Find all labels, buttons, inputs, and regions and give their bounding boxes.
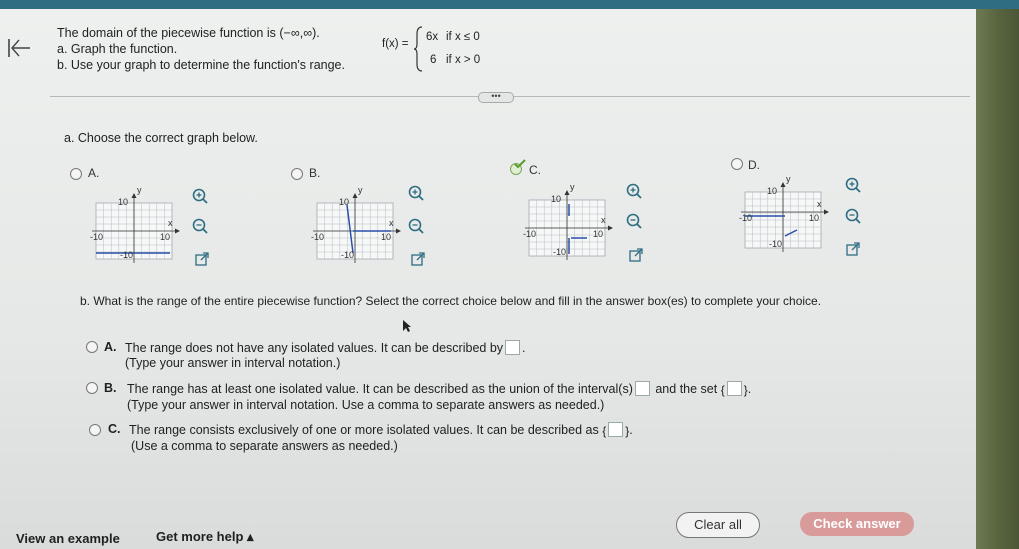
graph-x-pos-tick-label: 10 [593,229,604,239]
range-option-b-description: The range has at least one isolated valu… [127,382,633,396]
part-b-prompt: b. What is the range of the entire piece… [80,294,822,308]
graph-option-b[interactable] [311,183,411,273]
selected-check-icon [514,159,526,169]
range-option-b-text: The range has at least one isolated valu… [127,381,752,397]
left-brace-icon [414,26,423,72]
graph-x-pos-tick-label: 10 [809,213,820,223]
range-option-a-description: The range does not have any isolated val… [125,341,504,355]
graph-y-tick-label: 10 [339,197,350,207]
view-example-link[interactable]: View an example [16,531,120,546]
graph-x-label: x [817,199,822,209]
popout-icon[interactable] [628,247,644,263]
range-c-set-box[interactable] [608,422,624,437]
graph-y-neg-tick-label: -10 [769,239,783,249]
case1-expr: 6x [426,31,439,43]
graph-option-label-b: B. [309,166,321,180]
range-c-close-brace: } [625,424,630,438]
mouse-cursor-icon [403,320,411,332]
range-c-open-brace: { [602,424,607,438]
range-a-answer-box[interactable] [505,340,521,355]
range-b-open-brace: { [720,383,725,397]
zoom-out-icon[interactable] [626,213,642,229]
range-option-a-label: A. [104,340,117,354]
graph-x-neg-tick-label: -10 [739,213,753,223]
domain-value: (−∞,∞). [279,26,320,40]
graph-x-neg-tick-label: -10 [523,229,537,239]
range-option-c-radio[interactable] [89,424,101,436]
graph-y-neg-tick-label: -10 [341,250,355,260]
case1-cond: if x ≤ 0 [446,31,480,43]
graph-option-radio-a[interactable] [70,168,82,180]
case2-cond: if x > 0 [446,54,481,66]
graph-y-tick-label: 10 [551,194,562,204]
graph-option-a[interactable] [90,183,190,273]
domain-prefix: The domain of the piecewise function is [57,26,276,40]
check-answer-button[interactable]: Check answer [800,512,914,536]
graph-option-c[interactable] [523,180,623,270]
case2-expr: 6 [430,54,437,66]
zoom-in-icon[interactable] [408,185,424,201]
instruction-a: a. Graph the function. [57,42,178,56]
function-lhs: f(x) = [382,38,409,50]
popout-icon[interactable] [194,251,210,267]
zoom-in-icon[interactable] [192,188,208,204]
graph-y-tick-label: 10 [118,197,129,207]
range-option-c-description: The range consists exclusively of one or… [129,423,599,437]
zoom-out-icon[interactable] [408,218,424,234]
instruction-b: b. Use your graph to determine the funct… [57,58,345,72]
graph-y-tick-label: 10 [767,186,778,196]
range-b-close-brace: } [743,383,748,397]
zoom-out-icon[interactable] [192,218,208,234]
range-option-b-radio[interactable] [86,382,98,394]
graph-x-label: x [601,215,606,225]
back-arrow-icon[interactable] [6,36,32,60]
zoom-in-icon[interactable] [626,183,642,199]
graph-y-label: y [358,185,363,195]
graph-x-neg-tick-label: -10 [90,232,104,242]
zoom-in-icon[interactable] [845,177,861,193]
graph-option-label-c: C. [529,163,541,177]
range-option-b-note: (Type your answer in interval notation. … [127,398,605,412]
get-more-help-link[interactable]: Get more help ▴ [156,529,254,545]
top-bar [0,0,1019,9]
range-option-c-text: The range consists exclusively of one or… [129,422,633,438]
more-button[interactable]: ••• [478,92,514,103]
graph-x-pos-tick-label: 10 [381,232,392,242]
range-option-b-set-text: and the set [655,382,718,396]
graph-y-label: y [137,185,142,195]
graph-y-label: y [570,182,575,192]
graph-option-label-a: A. [88,166,100,180]
graph-x-neg-tick-label: -10 [311,232,325,242]
background-edge [976,9,1019,549]
range-option-c-label: C. [108,422,121,436]
popout-icon[interactable] [845,241,861,257]
graph-x-label: x [168,218,173,228]
graph-y-label: y [786,174,791,184]
range-option-a-text: The range does not have any isolated val… [125,340,526,355]
graph-option-d[interactable] [739,172,839,262]
graph-y-neg-tick-label: -10 [553,247,567,257]
range-b-interval-box[interactable] [634,381,650,396]
popout-icon[interactable] [410,251,426,267]
graph-x-label: x [389,218,394,228]
zoom-out-icon[interactable] [845,208,861,224]
question-panel [0,9,976,549]
range-option-a-note: (Type your answer in interval notation.) [125,356,341,370]
range-option-c-note: (Use a comma to separate answers as need… [131,439,398,453]
range-option-a-radio[interactable] [86,341,98,353]
range-option-b-label: B. [104,381,117,395]
range-b-set-box[interactable] [726,381,742,396]
graph-option-label-d: D. [748,158,760,172]
graph-x-pos-tick-label: 10 [160,232,171,242]
part-a-prompt: a. Choose the correct graph below. [64,131,258,145]
clear-all-button[interactable]: Clear all [676,512,760,538]
domain-statement: The domain of the piecewise function is … [57,26,320,40]
graph-y-neg-tick-label: -10 [120,250,134,260]
graph-option-radio-b[interactable] [291,168,303,180]
graph-option-radio-d[interactable] [731,158,743,170]
